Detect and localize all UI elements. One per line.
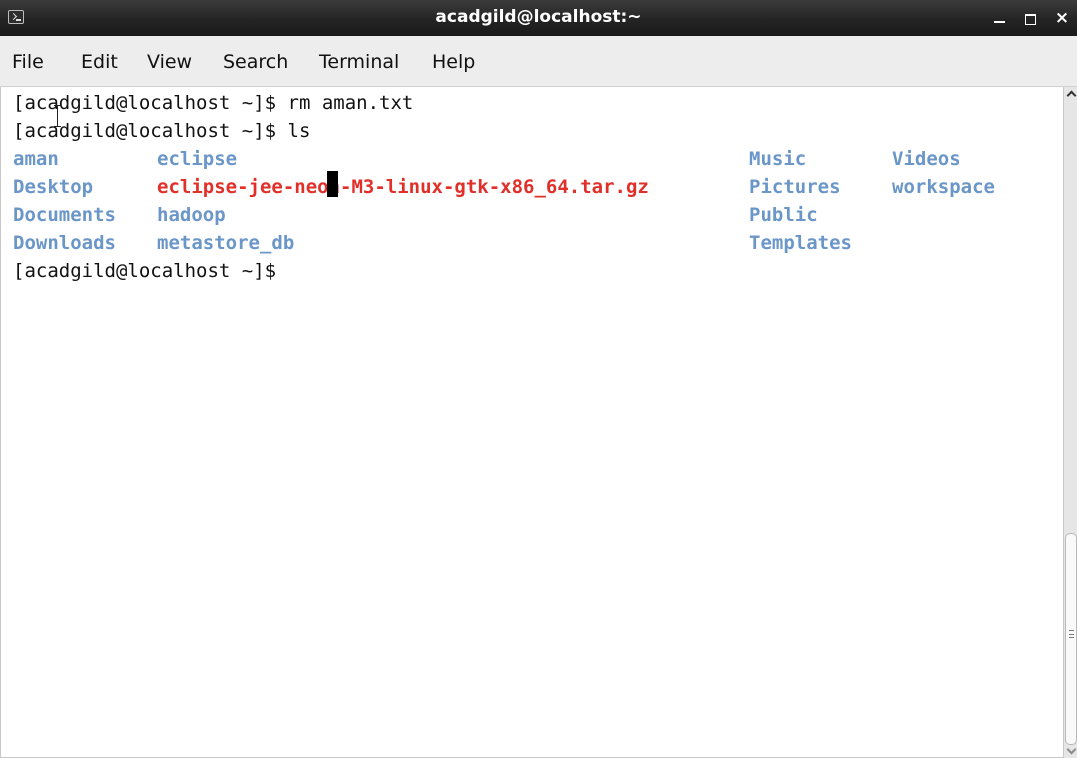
ls-entry-music: Music <box>749 148 807 170</box>
ls-entry-metastore-db: metastore_db <box>157 232 295 254</box>
ls-entry-documents: Documents <box>13 204 116 226</box>
scroll-up-icon[interactable] <box>1065 87 1077 101</box>
grip-icon <box>1069 630 1074 638</box>
title-bar[interactable]: acadgild@localhost:~ × <box>0 0 1077 36</box>
menu-edit[interactable]: Edit <box>81 50 118 74</box>
terminal-output[interactable]: [acadgild@localhost ~]$ rm aman.txt [aca… <box>0 87 1063 758</box>
ls-entry-downloads: Downloads <box>13 232 116 254</box>
ibeam-pointer-icon <box>53 105 62 127</box>
terminal-line: [acadgild@localhost ~]$ rm aman.txt <box>13 92 414 114</box>
text-cursor <box>327 171 338 197</box>
menu-help[interactable]: Help <box>432 50 475 74</box>
terminal-window: acadgild@localhost:~ × File Edit View Se… <box>0 0 1077 758</box>
terminal-prompt: [acadgild@localhost ~]$ <box>13 260 288 282</box>
scrollbar-thumb[interactable] <box>1065 533 1077 745</box>
scroll-down-icon[interactable] <box>1065 745 1077 758</box>
menu-view[interactable]: View <box>147 50 192 74</box>
close-icon[interactable]: × <box>1050 6 1074 30</box>
ls-entry-aman: aman <box>13 148 59 170</box>
ls-entry-templates: Templates <box>749 232 852 254</box>
menu-bar: File Edit View Search Terminal Help <box>0 36 1077 87</box>
menu-search[interactable]: Search <box>223 50 288 74</box>
menu-file[interactable]: File <box>12 50 44 74</box>
ls-entry-workspace: workspace <box>892 176 995 198</box>
maximize-icon[interactable] <box>1018 6 1042 30</box>
minimize-icon[interactable] <box>988 6 1012 30</box>
ls-entry-pictures: Pictures <box>749 176 841 198</box>
ls-entry-desktop: Desktop <box>13 176 94 198</box>
ls-entry-eclipse-archive: eclipse-jee-neon-M3-linux-gtk-x86_64.tar… <box>157 176 649 198</box>
vertical-scrollbar[interactable] <box>1063 87 1077 758</box>
window-title: acadgild@localhost:~ <box>435 7 642 27</box>
ls-entry-videos: Videos <box>892 148 961 170</box>
ls-entry-hadoop: hadoop <box>157 204 226 226</box>
ls-entry-eclipse: eclipse <box>157 148 238 170</box>
menu-terminal[interactable]: Terminal <box>319 50 399 74</box>
ls-entry-public: Public <box>749 204 818 226</box>
